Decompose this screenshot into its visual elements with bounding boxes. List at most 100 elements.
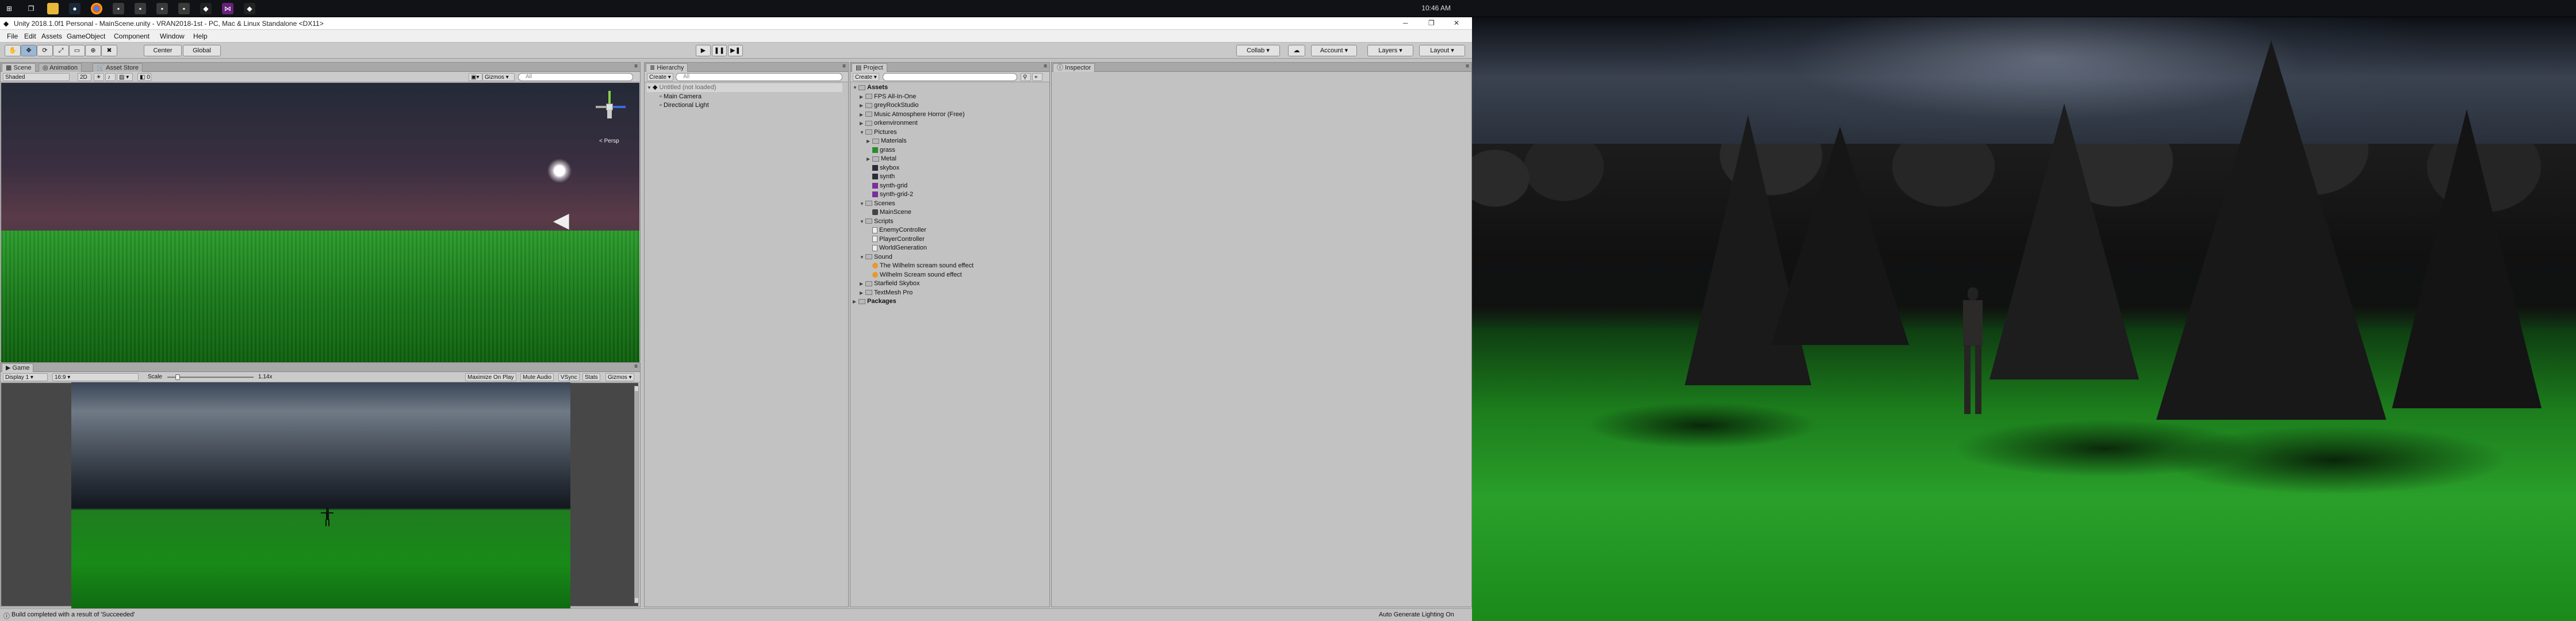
project-item[interactable]: EnemyController — [867, 226, 926, 235]
custom-tool-button[interactable]: ✖ — [101, 45, 117, 56]
project-item[interactable]: ▶ greyRockStudio — [860, 101, 919, 110]
expanded-arrow-icon[interactable]: ▼ — [853, 83, 858, 92]
maximize-button[interactable]: ❐ — [1428, 19, 1435, 27]
lighting-status[interactable]: Auto Generate Lighting On — [1379, 611, 1454, 618]
menu-assets[interactable]: Assets — [41, 32, 62, 40]
minimize-button[interactable]: ─ — [1403, 19, 1408, 27]
visual-studio-icon[interactable]: ⋈ — [222, 3, 233, 14]
scale-slider-handle[interactable] — [175, 374, 180, 380]
hierarchy-item-directional-light[interactable]: ▫ Directional Light — [660, 101, 709, 110]
expand-arrow-icon[interactable]: ▼ — [647, 83, 653, 92]
project-item[interactable]: synth-grid — [867, 182, 907, 190]
project-item[interactable]: ▶ Music Atmosphere Horror (Free) — [860, 110, 965, 119]
account-dropdown[interactable]: Account ▾ — [1311, 45, 1357, 56]
project-item[interactable]: ▼ Scripts — [860, 217, 894, 226]
project-create-dropdown[interactable]: Create ▾ — [853, 73, 879, 81]
transform-tool-button[interactable]: ⊕ — [85, 45, 101, 56]
vsync-toggle[interactable]: VSync — [558, 373, 580, 381]
expanded-arrow-icon[interactable]: ▼ — [860, 217, 865, 226]
tab-inspector[interactable]: ⓘ Inspector — [1053, 63, 1095, 72]
aspect-dropdown[interactable]: 16:9 ▾ — [52, 373, 139, 381]
display-dropdown[interactable]: Display 1 ▾ — [3, 373, 48, 381]
project-item[interactable]: MainScene — [867, 208, 911, 217]
cloud-icon[interactable]: ☁ — [1288, 45, 1305, 56]
project-item[interactable]: skybox — [867, 164, 899, 172]
menu-edit[interactable]: Edit — [24, 32, 36, 40]
collapsed-arrow-icon[interactable]: ▶ — [853, 297, 858, 306]
stats-toggle[interactable]: Stats — [582, 373, 600, 381]
file-explorer-icon[interactable] — [47, 3, 59, 14]
rect-tool-button[interactable]: ▭ — [69, 45, 85, 56]
project-item[interactable]: Wilhelm Scream sound effect — [867, 271, 962, 279]
camera-icon[interactable]: ▣▾ — [469, 73, 482, 81]
tab-scene[interactable]: ▦ Scene — [2, 63, 36, 72]
pivot-center-button[interactable]: Center — [144, 45, 182, 56]
collapsed-arrow-icon[interactable]: ▶ — [860, 119, 865, 128]
close-button[interactable]: ✕ — [1454, 19, 1459, 27]
layout-dropdown[interactable]: Layout ▾ — [1419, 45, 1465, 56]
tab-game[interactable]: ▶ Game — [2, 363, 34, 372]
menu-gameobject[interactable]: GameObject — [67, 32, 105, 40]
tab-animation[interactable]: ◎ Animation — [39, 63, 82, 72]
menu-component[interactable]: Component — [114, 32, 150, 40]
collapsed-arrow-icon[interactable]: ▶ — [860, 279, 865, 288]
scene-camera-icon[interactable]: ◧ 0 — [137, 73, 151, 81]
project-item[interactable]: The Wilhelm scream sound effect — [867, 262, 973, 270]
menu-file[interactable]: File — [7, 32, 18, 40]
project-item[interactable]: synth — [867, 172, 895, 181]
unity-icon[interactable]: ◆ — [200, 3, 212, 14]
pivot-global-button[interactable]: Global — [183, 45, 221, 56]
project-search-input[interactable] — [883, 73, 1017, 81]
app-icon[interactable]: ▪ — [135, 3, 146, 14]
chrome-icon[interactable] — [91, 3, 102, 14]
lighting-toggle-icon[interactable]: ☀ — [94, 73, 104, 81]
unity-icon[interactable]: ◆ — [244, 3, 255, 14]
pause-button[interactable]: ❚❚ — [712, 45, 727, 56]
expanded-arrow-icon[interactable]: ▼ — [860, 253, 865, 262]
project-item[interactable]: ▶ orkenvironment — [860, 119, 918, 128]
collapsed-arrow-icon[interactable]: ▶ — [860, 289, 865, 297]
project-item[interactable]: ▶ Packages — [853, 297, 896, 306]
app-icon[interactable]: ▪ — [113, 3, 124, 14]
project-item[interactable]: ▶ FPS All-In-One — [860, 93, 916, 101]
project-item[interactable]: ▼ Pictures — [860, 128, 897, 137]
task-view-icon[interactable]: ❐ — [25, 3, 37, 14]
expanded-arrow-icon[interactable]: ▼ — [860, 128, 865, 137]
menu-help[interactable]: Help — [193, 32, 208, 40]
scale-slider[interactable] — [167, 374, 254, 380]
game-scrollbar-thumb[interactable] — [635, 391, 638, 598]
maximize-on-play-toggle[interactable]: Maximize On Play — [465, 373, 516, 381]
project-item[interactable]: synth-grid-2 — [867, 190, 913, 199]
project-item[interactable]: PlayerController — [867, 235, 925, 244]
scale-tool-button[interactable]: ⤢ — [53, 45, 69, 56]
app-icon[interactable]: ▪ — [156, 3, 168, 14]
collapsed-arrow-icon[interactable]: ▶ — [860, 93, 865, 101]
project-item[interactable]: ▼ Assets — [853, 83, 888, 92]
project-item[interactable]: ▶ Metal — [867, 155, 896, 163]
persp-label[interactable]: < Persp — [599, 138, 619, 144]
2d-toggle[interactable]: 2D — [78, 73, 91, 81]
gizmos-dropdown[interactable]: Gizmos ▾ — [482, 73, 515, 81]
project-item[interactable]: ▼ Sound — [860, 253, 892, 262]
hierarchy-create-dropdown[interactable]: Create ▾ — [647, 73, 673, 81]
panel-menu-icon[interactable]: ≡ — [634, 63, 638, 70]
collab-button[interactable]: Collab ▾ — [1236, 45, 1280, 56]
collapsed-arrow-icon[interactable]: ▶ — [860, 101, 865, 110]
game-viewport[interactable] — [71, 382, 570, 621]
step-button[interactable]: ▶❚ — [728, 45, 743, 56]
panel-menu-icon[interactable]: ≡ — [1466, 63, 1469, 70]
game-gizmos-dropdown[interactable]: Gizmos ▾ — [605, 373, 634, 381]
play-button[interactable]: ▶ — [696, 45, 711, 56]
effects-toggle-icon[interactable]: ▨ ▾ — [117, 73, 133, 81]
project-item[interactable]: grass — [867, 146, 895, 155]
menu-window[interactable]: Window — [160, 32, 185, 40]
game-scrollbar[interactable] — [634, 386, 639, 603]
tab-asset-store[interactable]: 🛒 Asset Store — [93, 63, 143, 72]
audio-toggle-icon[interactable]: ♪ — [105, 73, 116, 81]
project-item[interactable]: ▶ Starfield Skybox — [860, 279, 919, 288]
layers-dropdown[interactable]: Layers ▾ — [1367, 45, 1413, 56]
project-item[interactable]: ▼ Scenes — [860, 200, 895, 208]
hierarchy-item-main-camera[interactable]: ▫ Main Camera — [660, 93, 702, 101]
panel-menu-icon[interactable]: ≡ — [1044, 63, 1047, 70]
panel-menu-icon[interactable]: ≡ — [842, 63, 846, 70]
